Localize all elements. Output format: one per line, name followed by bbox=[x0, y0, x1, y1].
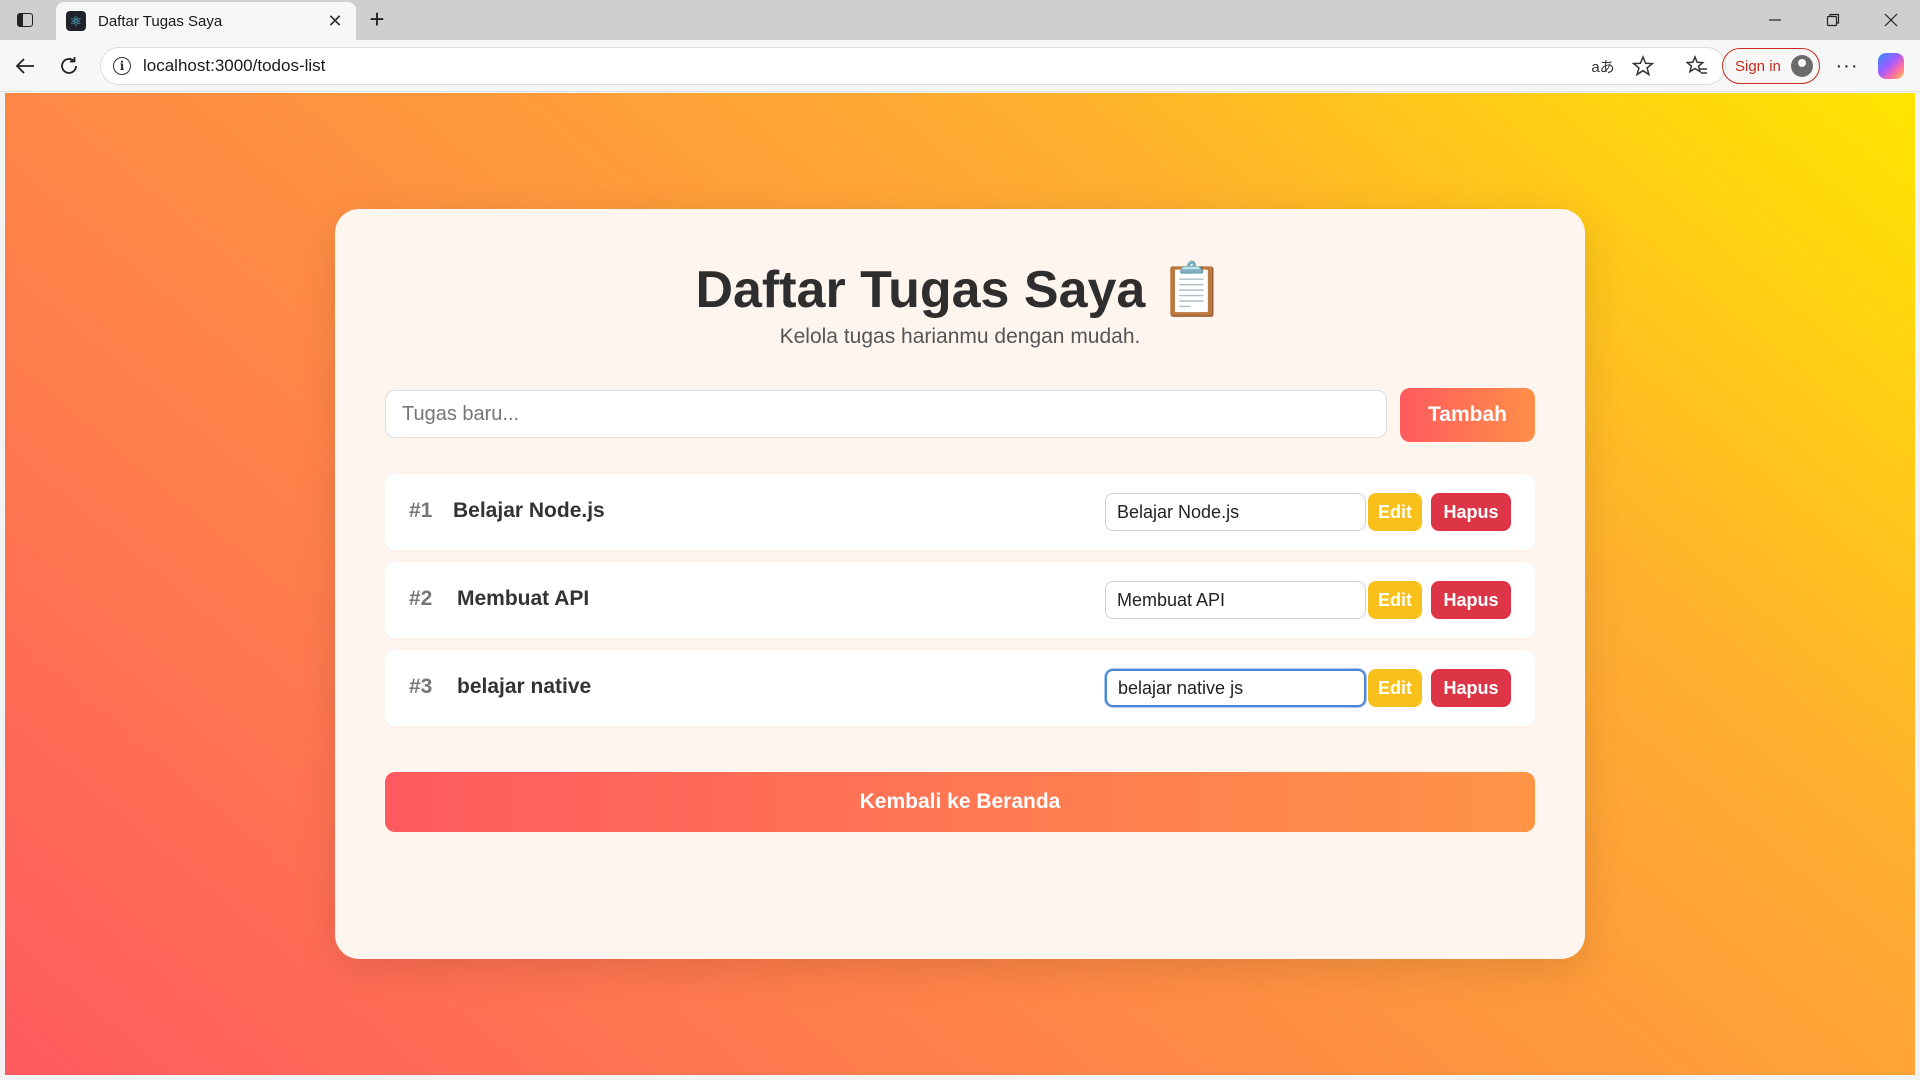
edit-button[interactable]: Edit bbox=[1368, 669, 1422, 707]
copilot-icon[interactable] bbox=[1878, 53, 1904, 79]
info-icon[interactable]: i bbox=[113, 57, 131, 75]
back-arrow-icon bbox=[15, 58, 34, 74]
todo-text: belajar native bbox=[457, 675, 592, 698]
todo-number: #2 bbox=[409, 587, 433, 610]
browser-tab[interactable]: ⚛ Daftar Tugas Saya ✕ bbox=[56, 2, 356, 40]
todo-item: #3 belajar native Edit Hapus bbox=[385, 650, 1535, 726]
sign-in-button[interactable]: Sign in bbox=[1722, 48, 1820, 84]
todo-text: Belajar Node.js bbox=[453, 499, 605, 522]
favorite-star-icon[interactable] bbox=[1630, 53, 1656, 79]
tab-title: Daftar Tugas Saya bbox=[98, 12, 223, 30]
edit-button[interactable]: Edit bbox=[1368, 581, 1422, 619]
new-tab-button[interactable]: + bbox=[362, 4, 392, 34]
back-to-home-button[interactable]: Kembali ke Beranda bbox=[385, 772, 1535, 832]
reload-button[interactable] bbox=[52, 49, 86, 83]
delete-button[interactable]: Hapus bbox=[1431, 581, 1511, 619]
todo-item: #1 Belajar Node.js Edit Hapus bbox=[385, 474, 1535, 550]
todo-edit-input[interactable] bbox=[1105, 493, 1366, 531]
address-bar[interactable]: i localhost:3000/todos-list bbox=[100, 47, 1726, 85]
todo-number: #3 bbox=[409, 675, 433, 698]
todo-item: #2 Membuat API Edit Hapus bbox=[385, 562, 1535, 638]
todo-card: Daftar Tugas Saya 📋 Kelola tugas harianm… bbox=[335, 209, 1585, 959]
profile-avatar-icon bbox=[1791, 55, 1813, 77]
browser-tab-strip: ⚛ Daftar Tugas Saya ✕ + bbox=[0, 0, 1920, 40]
sign-in-label: Sign in bbox=[1735, 57, 1781, 75]
page-subtitle: Kelola tugas harianmu dengan mudah. bbox=[779, 325, 1141, 348]
sidebar-toggle-icon bbox=[17, 13, 33, 27]
restore-icon bbox=[1826, 13, 1840, 27]
tab-close-icon[interactable]: ✕ bbox=[324, 11, 346, 32]
sidebar-toggle-button[interactable] bbox=[10, 6, 40, 34]
add-task-button[interactable]: Tambah bbox=[1400, 388, 1535, 442]
reload-icon bbox=[61, 57, 77, 74]
todo-number: #1 bbox=[409, 499, 433, 522]
favorites-icon[interactable] bbox=[1684, 53, 1710, 79]
restore-button[interactable] bbox=[1804, 0, 1862, 40]
address-url: localhost:3000/todos-list bbox=[143, 56, 326, 75]
more-options-icon[interactable]: ··· bbox=[1830, 49, 1864, 83]
browser-toolbar: i localhost:3000/todos-list aあ Sign in ·… bbox=[0, 40, 1920, 92]
back-nav-button[interactable] bbox=[8, 49, 42, 83]
todo-text: Membuat API bbox=[457, 587, 590, 610]
edit-button[interactable]: Edit bbox=[1368, 493, 1422, 531]
read-aloud-icon[interactable]: aあ bbox=[1590, 53, 1616, 79]
page-viewport: Daftar Tugas Saya 📋 Kelola tugas harianm… bbox=[5, 93, 1915, 1075]
star-outline-icon bbox=[1632, 55, 1654, 77]
minimize-button[interactable] bbox=[1746, 0, 1804, 40]
new-task-input[interactable] bbox=[385, 390, 1387, 438]
close-window-button[interactable] bbox=[1862, 0, 1920, 40]
todo-edit-input[interactable] bbox=[1105, 581, 1366, 619]
delete-button[interactable]: Hapus bbox=[1431, 669, 1511, 707]
minimize-icon bbox=[1769, 19, 1781, 21]
page-title: Daftar Tugas Saya 📋 bbox=[695, 261, 1225, 319]
favorites-list-icon bbox=[1686, 55, 1707, 74]
react-favicon-icon: ⚛ bbox=[66, 11, 86, 31]
todo-list: #1 Belajar Node.js Edit Hapus #2 Membuat… bbox=[385, 474, 1535, 738]
close-icon bbox=[1884, 13, 1898, 27]
todo-edit-input[interactable] bbox=[1105, 669, 1366, 707]
delete-button[interactable]: Hapus bbox=[1431, 493, 1511, 531]
